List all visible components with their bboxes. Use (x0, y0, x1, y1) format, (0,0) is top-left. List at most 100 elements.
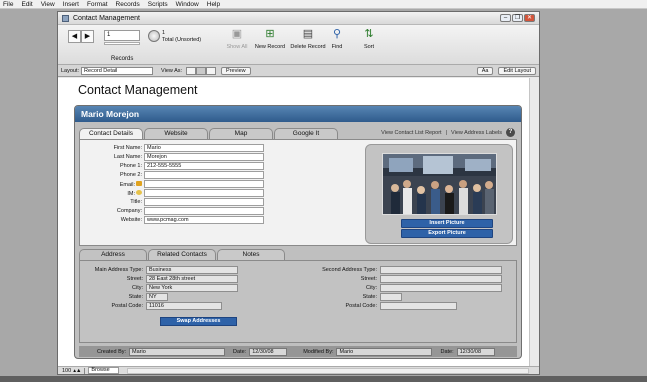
second-street-input[interactable] (380, 275, 502, 283)
horizontal-scrollbar[interactable] (126, 367, 529, 374)
email-label: Email: (94, 180, 144, 188)
view-table-icon[interactable] (206, 66, 217, 75)
sort-button[interactable]: ⇅ Sort (354, 28, 384, 50)
delete-record-icon: ▤ (302, 28, 314, 40)
vertical-scrollbar[interactable] (529, 78, 539, 368)
find-label: Find (331, 44, 343, 50)
main-city-label: City: (132, 285, 143, 291)
menu-window[interactable]: Window (176, 1, 199, 8)
phone-2-input[interactable] (144, 171, 264, 179)
second-state-input[interactable] (380, 293, 402, 301)
view-form-icon[interactable] (186, 66, 197, 75)
second-address-type-input[interactable] (380, 266, 502, 274)
tab-contact-details[interactable]: Contact Details (79, 128, 143, 139)
main-state-row: State: NY (80, 293, 168, 301)
maximize-button[interactable]: ❐ (512, 14, 523, 22)
field-website: Website: www.pcmag.com (94, 216, 264, 224)
layout-right-buttons: Aa Edit Layout (472, 67, 536, 75)
record-slider[interactable] (104, 42, 140, 45)
email-icon[interactable] (136, 180, 142, 186)
main-street-input[interactable]: 28 East 28th street (146, 275, 238, 283)
edit-layout-button[interactable]: Edit Layout (498, 67, 536, 75)
email-input[interactable] (144, 180, 264, 188)
layout-bar: Layout: Record Detail View As: Preview A… (58, 65, 539, 77)
website-input[interactable]: www.pcmag.com (144, 216, 264, 224)
prev-record-icon[interactable]: ◀ (68, 30, 81, 43)
first-name-input[interactable]: Mario (144, 144, 264, 152)
phone-1-input[interactable]: 212-555-5555 (144, 162, 264, 170)
find-button[interactable]: ⚲ Find (322, 28, 352, 50)
menu-insert[interactable]: Insert (63, 1, 79, 8)
created-by-label: Created By: (97, 348, 127, 355)
mode-select[interactable]: Browse (88, 367, 119, 374)
insert-picture-button[interactable]: Insert Picture (401, 219, 493, 228)
tab-address[interactable]: Address (79, 249, 147, 260)
main-city-input[interactable]: New York (146, 284, 238, 292)
menu-records[interactable]: Records (116, 1, 140, 8)
help-icon[interactable]: ? (506, 128, 515, 137)
report-links: View Contact List Report | View Address … (381, 128, 515, 137)
tab-website[interactable]: Website (144, 128, 208, 139)
found-count: 1 (162, 30, 166, 36)
view-list-icon[interactable] (196, 66, 207, 75)
menu-format[interactable]: Format (87, 1, 108, 8)
layout-select[interactable]: Record Detail (81, 66, 154, 75)
view-address-labels-link[interactable]: View Address Labels (451, 130, 502, 136)
layout-content: Contact Management Mario Morejon Contact… (58, 78, 530, 368)
second-city-input[interactable] (380, 284, 502, 292)
main-postal-row: Postal Code: 11016 (80, 302, 222, 310)
app-menubar: File Edit View Insert Format Records Scr… (0, 0, 647, 9)
swap-addresses-button[interactable]: Swap Addresses (160, 317, 237, 326)
record-nav: ◀ ▶ (68, 30, 94, 43)
menu-help[interactable]: Help (207, 1, 220, 8)
text-format-button[interactable]: Aa (476, 67, 494, 75)
field-company: Company: (94, 207, 264, 215)
app-icon (62, 14, 69, 22)
last-name-input[interactable]: Morejon (144, 153, 264, 161)
export-picture-button[interactable]: Export Picture (401, 229, 493, 238)
second-address-type-label: Second Address Type: (322, 267, 377, 273)
next-record-icon[interactable]: ▶ (81, 30, 94, 43)
last-name-label: Last Name: (113, 154, 142, 160)
window-statusbar: 100 ▴ ▲ Browse (58, 366, 539, 374)
second-postal-input[interactable] (380, 302, 457, 310)
zoom-level[interactable]: 100 (62, 368, 71, 374)
status-separator (84, 367, 86, 374)
menu-scripts[interactable]: Scripts (148, 1, 168, 8)
record-number-input[interactable]: 1 (104, 30, 140, 41)
zoom-in-icon[interactable]: ▲ (76, 368, 81, 374)
status-toolbar: ◀ ▶ 1 Records 1 Total (Unsorted) ▣ Show … (58, 25, 539, 65)
phone-2-label: Phone 2: (119, 172, 142, 178)
address-tabs: Address Related Contacts Notes (79, 249, 286, 260)
modified-date-field: 12/30/08 (456, 347, 495, 356)
contact-photo[interactable] (382, 153, 497, 215)
tab-map[interactable]: Map (209, 128, 273, 139)
field-email: Email: (94, 180, 264, 188)
tab-notes[interactable]: Notes (217, 249, 285, 260)
tab-google-it[interactable]: Google It (274, 128, 338, 139)
minimize-button[interactable]: – (500, 14, 511, 22)
menu-edit[interactable]: Edit (21, 1, 32, 8)
im-icon[interactable] (136, 189, 142, 195)
records-label: Records (111, 56, 134, 62)
phone-1-label: Phone 1: (119, 163, 142, 169)
company-input[interactable] (144, 207, 264, 215)
window-controls: – ❐ ✕ (500, 14, 535, 22)
preview-button[interactable]: Preview (221, 66, 251, 75)
created-date-field: 12/30/08 (249, 347, 288, 356)
im-label-text: IM: (127, 190, 135, 197)
view-as-buttons (186, 66, 217, 75)
menu-view[interactable]: View (41, 1, 55, 8)
tab-related-contacts[interactable]: Related Contacts (148, 249, 216, 260)
close-button[interactable]: ✕ (524, 14, 535, 22)
main-state-input[interactable]: NY (146, 293, 168, 301)
modified-date-label: Date: (440, 348, 454, 355)
menu-file[interactable]: File (3, 1, 13, 8)
main-city-row: City: New York (80, 284, 238, 292)
view-contact-list-link[interactable]: View Contact List Report (381, 130, 441, 136)
main-postal-input[interactable]: 11016 (146, 302, 222, 310)
im-input[interactable] (144, 189, 264, 197)
main-address-type-input[interactable]: Business (146, 266, 238, 274)
window-titlebar[interactable]: Contact Management – ❐ ✕ (58, 12, 539, 25)
title-input[interactable] (144, 198, 264, 206)
